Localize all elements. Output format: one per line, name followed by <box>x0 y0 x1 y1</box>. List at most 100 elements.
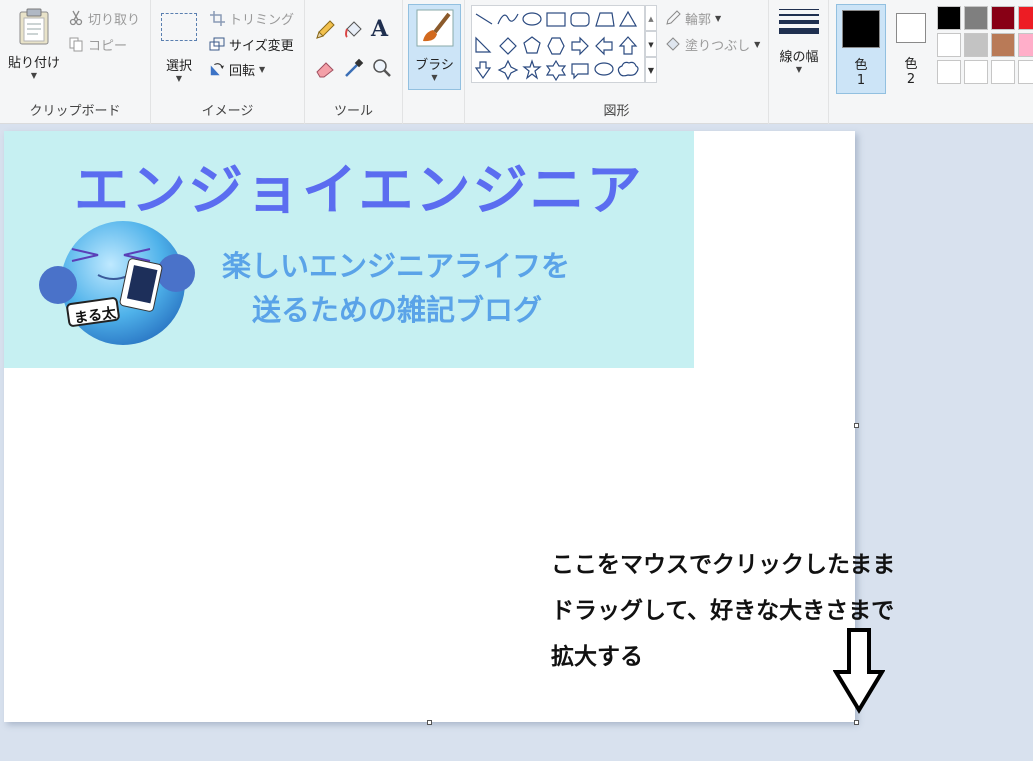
select-button[interactable]: 選択 ▼ <box>159 4 199 90</box>
color2-button[interactable]: 色 2 <box>889 4 933 94</box>
resize-button[interactable]: サイズ変更 <box>209 33 294 55</box>
palette-swatch[interactable] <box>937 60 961 84</box>
crop-label: トリミング <box>229 12 295 28</box>
clipboard-group: 貼り付け ▼ 切り取り コピー クリップボード <box>0 0 151 124</box>
chevron-down-icon: ▼ <box>175 74 183 83</box>
resize-handle-right[interactable] <box>854 423 859 428</box>
shapes-group: ▲ ▼ ▼ 輪郭 ▼ 塗りつぶし ▼ 図形 <box>465 0 769 124</box>
cut-label: 切り取り <box>88 12 141 28</box>
rotate-icon <box>209 61 225 77</box>
clipboard-group-label: クリップボード <box>29 104 121 119</box>
resize-handle-bottom[interactable] <box>427 720 432 725</box>
palette-swatch[interactable] <box>991 6 1015 30</box>
shapes-scroll-up-button[interactable]: ▲ <box>645 5 657 31</box>
hexagon-shape-icon <box>547 37 565 55</box>
paint-bucket-icon <box>345 21 362 38</box>
instruction-line1: ここをマウスでクリックしたまま <box>551 552 896 578</box>
color2-swatch <box>896 13 926 43</box>
crop-button[interactable]: トリミング <box>209 7 294 29</box>
color1-swatch <box>842 10 880 48</box>
rotate-button[interactable]: 回転 ▼ <box>209 58 265 80</box>
palette-swatch[interactable] <box>991 33 1015 57</box>
magnifier-button[interactable] <box>371 57 393 79</box>
oval-shape-icon <box>522 12 542 26</box>
banner-title: エンジョイエンジニア <box>74 158 644 222</box>
clipboard-icon <box>19 8 49 45</box>
size-group: 線の幅 ▼ <box>769 0 829 124</box>
four-point-star-shape-icon <box>497 59 519 81</box>
palette-swatch[interactable] <box>964 6 988 30</box>
image-group: 選択 ▼ トリミング サイズ変更 回転 ▼ イメージ <box>151 0 305 124</box>
curve-shape-icon <box>497 13 519 25</box>
color1-number: 1 <box>856 73 866 88</box>
palette-swatch[interactable] <box>1018 60 1033 84</box>
brush-button[interactable]: ブラシ ▼ <box>408 4 461 90</box>
chevron-down-icon: ▼ <box>259 64 266 74</box>
line-width-icon <box>779 9 819 34</box>
banner-subtitle-line1: 楽しいエンジニアライフを <box>222 249 571 283</box>
shapes-expand-button[interactable]: ▼ <box>645 57 657 83</box>
pencil-button[interactable] <box>314 19 336 41</box>
rectangle-shape-icon <box>546 12 566 27</box>
text-a-icon: A <box>371 16 389 42</box>
palette-swatch[interactable] <box>937 33 961 57</box>
text-button[interactable]: A <box>371 17 395 41</box>
select-label: 選択 <box>165 59 192 74</box>
oval-callout-shape-icon <box>594 62 614 76</box>
palette-swatch[interactable] <box>991 60 1015 84</box>
five-point-star-shape-icon <box>522 59 542 80</box>
chevron-down-icon: ▼ <box>715 13 722 23</box>
palette-swatch[interactable] <box>964 33 988 57</box>
selection-icon <box>161 13 197 41</box>
palette-swatch[interactable] <box>1018 6 1033 30</box>
brush-icon <box>416 9 453 47</box>
fill-button[interactable] <box>343 19 365 41</box>
eyedropper-icon <box>345 58 364 77</box>
blog-banner-image: エンジョイエンジニア まる太 楽しいエンジニアライフを 送るための雑記ブログ <box>4 131 694 368</box>
arrow-left-shape-icon <box>595 36 613 56</box>
pencil-icon <box>316 20 335 39</box>
scissors-icon <box>68 10 84 26</box>
paste-button[interactable]: 貼り付け ▼ <box>4 4 64 90</box>
drawing-canvas[interactable]: エンジョイエンジニア まる太 楽しいエンジニアライフを 送るための雑記ブログ こ… <box>4 131 895 722</box>
color-palette <box>937 6 1033 86</box>
resize-handle-corner[interactable] <box>854 720 859 725</box>
arrow-down-icon <box>833 628 885 714</box>
right-triangle-shape-icon <box>475 36 492 53</box>
fill-style-button[interactable]: 塗りつぶし ▼ <box>665 33 760 55</box>
arrow-down-shape-icon <box>474 61 492 80</box>
tools-group: A ツール <box>305 0 403 124</box>
resize-icon <box>209 36 225 52</box>
palette-swatch[interactable] <box>1018 33 1033 57</box>
ribbon: 貼り付け ▼ 切り取り コピー クリップボード 選択 ▼ トリミング サイズ変更… <box>0 0 1033 124</box>
shapes-gallery <box>471 5 645 83</box>
banner-subtitle-line2: 送るための雑記ブログ <box>252 293 543 327</box>
shapes-group-label: 図形 <box>603 104 630 119</box>
mascot-icon <box>39 221 195 345</box>
resize-label: サイズ変更 <box>229 38 294 54</box>
size-button[interactable]: 線の幅 ▼ <box>773 4 825 90</box>
shapes-scroll-down-button[interactable]: ▼ <box>645 31 657 57</box>
eraser-icon <box>316 62 334 78</box>
color1-button[interactable]: 色 1 <box>836 4 886 94</box>
canvas-area: エンジョイエンジニア まる太 楽しいエンジニアライフを 送るための雑記ブログ こ… <box>0 124 1033 761</box>
brush-label: ブラシ <box>415 58 454 73</box>
rounded-rectangle-shape-icon <box>570 12 590 27</box>
copy-button[interactable]: コピー <box>68 33 127 55</box>
image-group-label: イメージ <box>201 104 254 119</box>
copy-label: コピー <box>88 38 128 54</box>
chevron-down-icon: ▼ <box>30 71 38 80</box>
six-point-star-shape-icon <box>545 59 567 82</box>
brush-group: ブラシ ▼ <box>403 0 465 124</box>
copy-icon <box>68 36 84 52</box>
cut-button[interactable]: 切り取り <box>68 7 140 29</box>
outline-button[interactable]: 輪郭 ▼ <box>665 7 721 29</box>
color2-label: 色 <box>904 57 918 72</box>
chevron-down-icon: ▼ <box>431 73 438 82</box>
palette-swatch[interactable] <box>937 6 961 30</box>
color-picker-button[interactable] <box>343 57 365 79</box>
polygon-shape-icon <box>595 12 615 27</box>
rounded-callout-shape-icon <box>571 63 589 80</box>
palette-swatch[interactable] <box>964 60 988 84</box>
eraser-button[interactable] <box>314 57 336 79</box>
